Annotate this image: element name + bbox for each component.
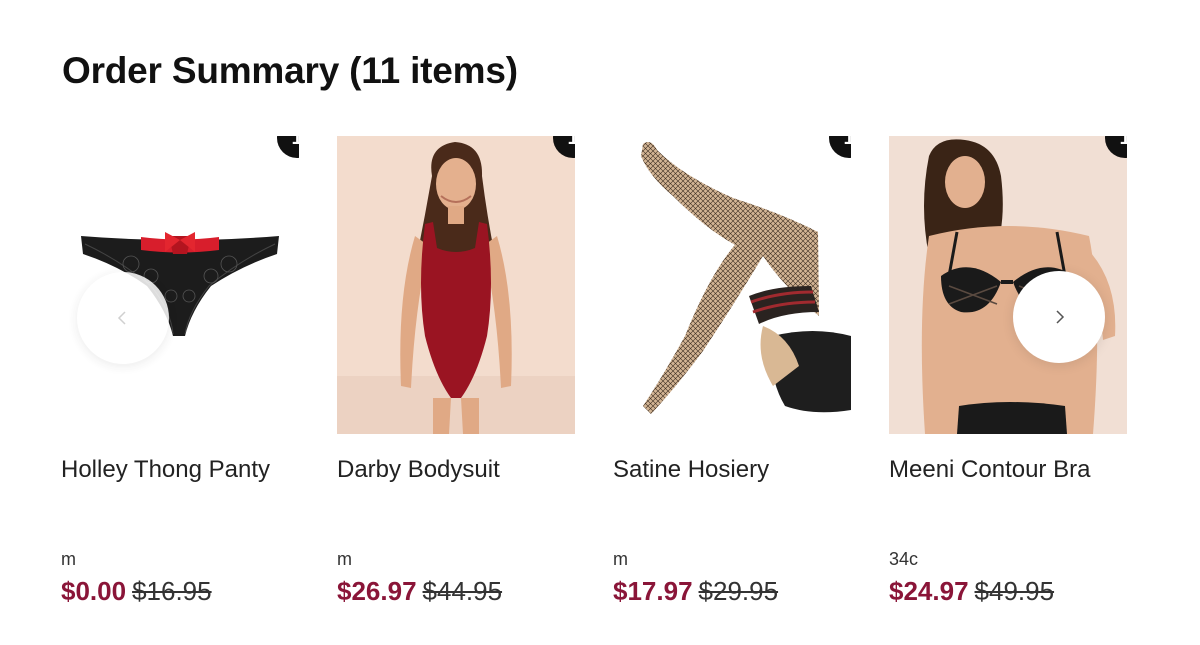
- sale-price: $24.97: [889, 576, 969, 606]
- product-card[interactable]: 1 Satine Hosiery m $17.97 $29.95: [613, 136, 851, 606]
- product-name[interactable]: Meeni Contour Bra: [889, 456, 1090, 484]
- product-name[interactable]: Satine Hosiery: [613, 456, 769, 484]
- sale-price: $0.00: [61, 576, 127, 606]
- product-prices: $0.00 $16.95: [61, 576, 212, 607]
- product-image[interactable]: 1: [613, 136, 851, 434]
- product-prices: $17.97 $29.95: [613, 576, 778, 607]
- sale-price: $17.97: [613, 576, 693, 606]
- original-price: $49.95: [974, 576, 1055, 606]
- product-prices: $26.97 $44.95: [337, 576, 502, 607]
- product-image[interactable]: 1: [337, 136, 575, 434]
- chevron-right-icon: [1056, 310, 1065, 324]
- original-price: $29.95: [698, 576, 779, 606]
- product-size: 34c: [889, 549, 919, 569]
- product-size: m: [61, 549, 76, 569]
- original-price: $16.95: [132, 576, 212, 606]
- product-carousel: 1 Holley Thong Panty m $0.00 $16.95 1 Da…: [0, 0, 1200, 645]
- carousel-prev-button[interactable]: [77, 272, 169, 364]
- carousel-next-button[interactable]: [1013, 271, 1105, 363]
- product-card[interactable]: 1 Darby Bodysuit m $26.97 $44.95: [337, 136, 575, 606]
- sale-price: $26.97: [337, 576, 417, 606]
- original-price: $44.95: [422, 576, 503, 606]
- product-prices: $24.97 $49.95: [889, 576, 1054, 607]
- product-size: m: [337, 549, 352, 569]
- product-name[interactable]: Darby Bodysuit: [337, 456, 500, 484]
- product-size: m: [613, 549, 628, 569]
- chevron-left-icon: [117, 311, 126, 325]
- product-name[interactable]: Holley Thong Panty: [61, 456, 270, 484]
